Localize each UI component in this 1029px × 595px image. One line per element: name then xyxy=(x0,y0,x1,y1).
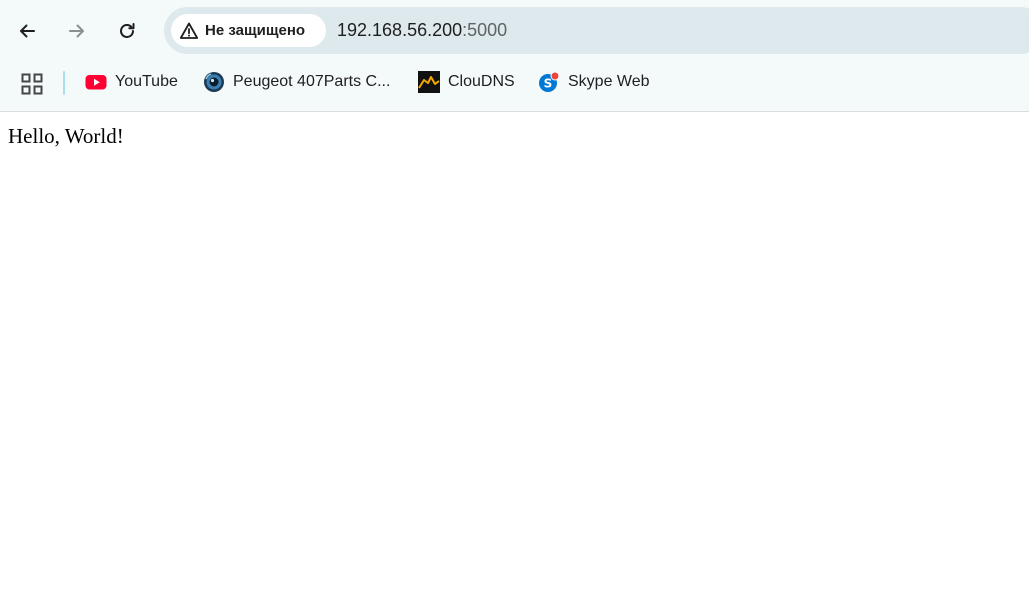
bookmark-youtube[interactable]: YouTube xyxy=(85,69,178,95)
browser-toolbar: Не защищено 192.168.56.200:5000 xyxy=(0,0,1029,62)
forward-button[interactable] xyxy=(59,13,95,49)
warning-icon xyxy=(179,22,199,39)
url-host: 192.168.56.200 xyxy=(337,20,463,40)
skype-icon: S xyxy=(539,71,560,92)
bookmark-label: ClouDNS xyxy=(448,73,515,90)
bookmark-cloudns[interactable]: ClouDNS xyxy=(418,69,515,95)
bookmark-label: YouTube xyxy=(115,73,178,90)
hello-world-text: Hello, World! xyxy=(8,124,124,148)
peugeot-favicon xyxy=(204,72,224,92)
bookmarks-divider xyxy=(63,71,65,95)
arrow-left-icon xyxy=(20,24,35,38)
arrow-right-icon xyxy=(69,24,84,38)
bookmark-label: Peugeot 407Parts C... xyxy=(233,73,391,90)
reload-button[interactable] xyxy=(109,13,145,49)
bookmarks-bar: YouTube Peugeot 407Parts C... ClouDNS S … xyxy=(0,62,1029,112)
address-bar[interactable]: Не защищено 192.168.56.200:5000 xyxy=(164,7,1029,54)
page-content: Hello, World! xyxy=(0,112,1029,595)
bookmark-label: Skype Web xyxy=(568,73,650,90)
svg-text:S: S xyxy=(544,77,553,91)
back-button[interactable] xyxy=(9,13,45,49)
security-chip[interactable]: Не защищено xyxy=(171,14,326,47)
youtube-icon xyxy=(85,75,107,90)
url-port: :5000 xyxy=(462,20,508,40)
security-label: Не защищено xyxy=(205,22,306,39)
bookmark-skype[interactable]: S Skype Web xyxy=(538,69,650,95)
bookmark-peugeot[interactable]: Peugeot 407Parts C... xyxy=(203,69,390,95)
apps-grid-icon[interactable] xyxy=(20,72,44,96)
url-text[interactable]: 192.168.56.200:5000 xyxy=(337,20,507,41)
cloudns-favicon xyxy=(418,71,440,93)
reload-icon xyxy=(120,23,135,38)
